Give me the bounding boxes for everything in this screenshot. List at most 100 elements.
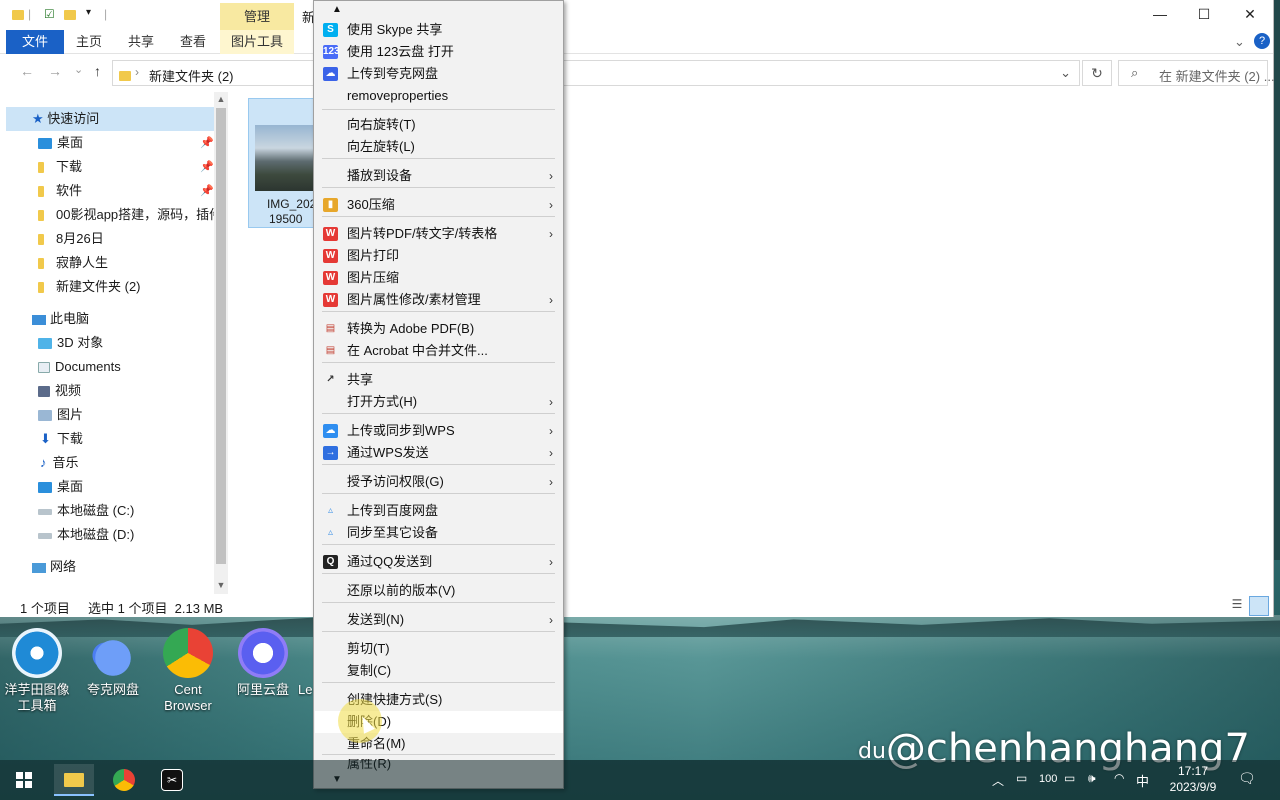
nav-item-folder[interactable]: 00影视app搭建，源码，插件: [38, 203, 216, 227]
menu-item-acrobat[interactable]: ▤ 在 Acrobat 中合并文件...: [315, 340, 563, 362]
menu-item-l[interactable]: 向左旋转(L): [315, 136, 563, 158]
back-button[interactable]: ←: [20, 63, 34, 79]
tray-expand-icon[interactable]: ︿: [992, 772, 1004, 789]
menu-item-wps[interactable]: ☁ 上传或同步到WPS ›: [315, 420, 563, 442]
nav-item-pictures[interactable]: 图片: [38, 403, 216, 427]
ime-indicator[interactable]: 中: [1136, 771, 1149, 790]
menu-item-123[interactable]: 123 使用 123云盘 打开: [315, 41, 563, 63]
menu-item-h[interactable]: 打开方式(H) ›: [315, 391, 563, 413]
menu-item-n[interactable]: 发送到(N) ›: [315, 609, 563, 631]
desktop-shortcut-quark[interactable]: 夸克网盘: [76, 628, 150, 698]
notification-icon[interactable]: 🗨: [1238, 770, 1256, 787]
address-field[interactable]: › 新建文件夹 (2) ⌄: [112, 60, 1080, 86]
menu-item-item-9[interactable]: W 图片打印: [315, 245, 563, 267]
tab-view[interactable]: 查看: [180, 30, 206, 54]
nav-item-videos[interactable]: 视频: [38, 379, 216, 403]
menu-item-item-14[interactable]: ↗ 共享: [315, 369, 563, 391]
nav-item-documents[interactable]: Documents: [38, 355, 216, 379]
nav-quick-access[interactable]: ★ 快速访问: [6, 107, 214, 131]
wifi-icon[interactable]: ◠: [1114, 771, 1124, 785]
browser-icon: [113, 768, 135, 791]
wps-cloud-icon: ☁: [323, 424, 338, 438]
share-icon: ↗: [326, 374, 335, 385]
ribbon-expand-icon[interactable]: ⌄: [1234, 34, 1245, 50]
new-folder-icon[interactable]: [64, 7, 76, 21]
scroll-up-icon[interactable]: ▲: [214, 94, 228, 104]
menu-item-skype[interactable]: S 使用 Skype 共享: [315, 19, 563, 41]
up-button[interactable]: ↑: [94, 63, 101, 79]
start-button[interactable]: [4, 764, 44, 796]
nav-item-3d-objects[interactable]: 3D 对象: [38, 331, 216, 355]
nav-item-downloads-pc[interactable]: ⬇ 下载: [38, 427, 216, 451]
pin-icon[interactable]: 📌: [200, 155, 214, 179]
menu-item-item-20[interactable]: ▵ 同步至其它设备: [315, 522, 563, 544]
menu-item-c[interactable]: 复制(C): [315, 660, 563, 682]
menu-item-removeproperties[interactable]: removeproperties: [315, 85, 563, 107]
shortcut-label: 夸克网盘: [86, 682, 139, 697]
forward-button[interactable]: →: [48, 63, 62, 79]
close-button[interactable]: ✕: [1240, 4, 1260, 24]
network-tray-icon[interactable]: ▭: [1064, 771, 1075, 785]
taskbar-capcut[interactable]: ✂: [152, 764, 192, 796]
nav-item-drive-c[interactable]: 本地磁盘 (C:): [38, 499, 216, 523]
desktop-shortcut-image-toolbox[interactable]: 洋芋田图像工具箱: [0, 628, 74, 714]
menu-item-item-11[interactable]: W 图片属性修改/素材管理 ›: [315, 289, 563, 311]
minimize-button[interactable]: —: [1150, 4, 1170, 24]
menu-item-g[interactable]: 授予访问权限(G) ›: [315, 471, 563, 493]
nav-item-folder[interactable]: 新建文件夹 (2): [38, 275, 216, 299]
taskbar-browser[interactable]: [104, 764, 144, 796]
battery-icon[interactable]: ▭: [1016, 771, 1027, 785]
address-dropdown-icon[interactable]: ⌄: [1060, 65, 1071, 81]
nav-network[interactable]: 网络: [6, 555, 216, 579]
nav-item-drive-d[interactable]: 本地磁盘 (D:): [38, 523, 216, 547]
search-input[interactable]: ⌕ 在 新建文件夹 (2) ...: [1118, 60, 1275, 86]
tab-home[interactable]: 主页: [76, 30, 102, 54]
tab-picture-tools[interactable]: 图片工具: [220, 30, 294, 54]
taskbar-file-explorer[interactable]: [54, 764, 94, 796]
desktop-shortcut-cent-browser[interactable]: Cent Browser: [151, 628, 225, 714]
recent-locations-icon[interactable]: ⌄: [74, 63, 83, 76]
nav-item-music[interactable]: ♪ 音乐: [38, 451, 216, 475]
menu-item-t[interactable]: 剪切(T): [315, 638, 563, 660]
menu-item-v[interactable]: 还原以前的版本(V): [315, 580, 563, 602]
menu-scroll-up-icon[interactable]: ▲: [332, 4, 342, 15]
details-view-icon[interactable]: ☰: [1228, 597, 1246, 615]
volume-icon[interactable]: 🕪: [1088, 771, 1096, 786]
nav-scrollbar[interactable]: ▲ ▼: [214, 92, 228, 594]
tab-file[interactable]: 文件: [6, 30, 64, 54]
menu-item-360[interactable]: ▮ 360压缩 ›: [315, 194, 563, 216]
menu-item-wps[interactable]: → 通过WPS发送 ›: [315, 442, 563, 464]
nav-item-desktop[interactable]: 桌面 📌: [38, 131, 216, 155]
menu-item-qq[interactable]: Q 通过QQ发送到 ›: [315, 551, 563, 573]
menu-item-t[interactable]: 向右旋转(T): [315, 114, 563, 136]
pin-icon[interactable]: 📌: [200, 131, 214, 155]
tab-manage[interactable]: 管理: [220, 3, 294, 30]
clock[interactable]: 17:17 2023/9/9: [1158, 763, 1228, 795]
menu-item-item-10[interactable]: W 图片压缩: [315, 267, 563, 289]
large-icons-view-icon[interactable]: [1249, 596, 1269, 616]
help-icon[interactable]: ?: [1254, 33, 1270, 49]
nav-item-software[interactable]: 软件 📌: [38, 179, 216, 203]
menu-item-pdf[interactable]: W 图片转PDF/转文字/转表格 ›: [315, 223, 563, 245]
quick-access-dropdown-icon[interactable]: ▾: [86, 7, 91, 18]
maximize-button[interactable]: ☐: [1194, 4, 1214, 24]
menu-item-item-2[interactable]: ☁ 上传到夸克网盘: [315, 63, 563, 85]
desktop-shortcut-aliyun[interactable]: 阿里云盘: [226, 628, 300, 698]
nav-item-downloads[interactable]: 下载 📌: [38, 155, 216, 179]
tab-share[interactable]: 共享: [128, 30, 154, 54]
menu-item-item-19[interactable]: ▵ 上传到百度网盘: [315, 500, 563, 522]
nav-item-folder[interactable]: 8月26日: [38, 227, 216, 251]
nav-this-pc[interactable]: 此电脑: [6, 307, 216, 331]
file-item-selected[interactable]: IMG_2023 19500: [248, 98, 316, 228]
menu-item-adobe-pdf-b[interactable]: ▤ 转换为 Adobe PDF(B): [315, 318, 563, 340]
refresh-button[interactable]: ↻: [1082, 60, 1112, 86]
nav-item-desktop-pc[interactable]: 桌面: [38, 475, 216, 499]
scroll-thumb[interactable]: [216, 108, 226, 564]
scroll-down-icon[interactable]: ▼: [214, 580, 228, 590]
menu-item-item-6[interactable]: 播放到设备 ›: [315, 165, 563, 187]
properties-icon[interactable]: ☑: [44, 7, 55, 21]
music-icon: ♪: [40, 455, 47, 470]
pin-icon[interactable]: 📌: [200, 179, 214, 203]
nav-item-folder[interactable]: 寂静人生: [38, 251, 216, 275]
nav-label: 新建文件夹 (2): [56, 279, 141, 294]
